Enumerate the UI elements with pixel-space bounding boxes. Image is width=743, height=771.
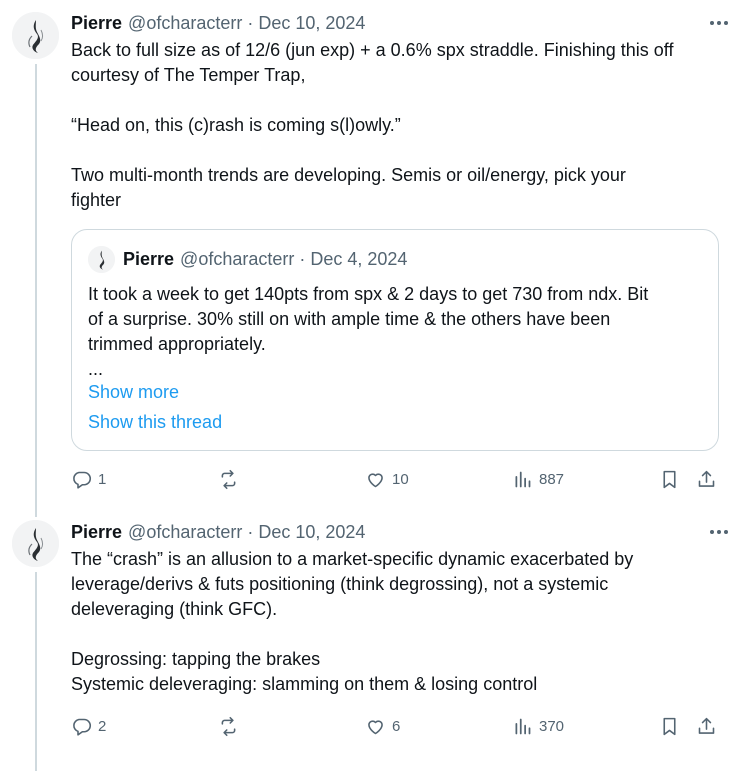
avatar-image-icon [12,12,59,59]
tweet[interactable]: Pierre @ofcharacterr · Dec 10, 2024 The … [0,510,743,771]
separator-dot: · [247,521,254,542]
show-more-link[interactable]: Show more [88,382,179,403]
tweet[interactable]: Pierre @ofcharacterr · Dec 10, 2024 Back… [0,0,743,510]
bookmark-button[interactable] [659,467,680,491]
more-icon[interactable] [705,12,733,34]
views-button[interactable]: 370 [512,714,564,738]
share-button[interactable] [696,467,717,491]
repost-icon [221,469,236,489]
tweet-action-bar: 2 6 370 [71,714,721,738]
tweet-text: The “crash” is an allusion to a market-s… [71,549,634,694]
tweet-header: Pierre @ofcharacterr · Dec 10, 2024 [71,521,728,543]
heart-icon [368,719,383,734]
quoted-author-handle: @ofcharacterr [180,249,295,269]
view-count: 370 [539,717,565,735]
repost-icon [221,716,236,736]
author-handle[interactable]: @ofcharacterr [128,13,242,34]
views-chart-icon [515,718,531,734]
more-icon[interactable] [705,521,733,543]
avatar[interactable] [12,520,59,567]
avatar[interactable] [12,12,59,59]
reply-icon [73,718,92,736]
bookmark-icon [663,717,676,735]
quoted-author-name: Pierre [123,249,175,269]
repost-button[interactable] [218,714,245,738]
quoted-tweet-header: Pierre @ofcharacterr · Dec 4, 2024 [123,249,407,270]
quoted-avatar[interactable] [88,246,115,273]
tweet-header: Pierre @ofcharacterr · Dec 10, 2024 [71,12,728,34]
reply-icon [73,471,92,489]
avatar-image-icon [12,520,59,567]
like-button[interactable]: 6 [365,714,400,738]
quoted-tweet-card[interactable]: Pierre @ofcharacterr · Dec 4, 2024 It to… [71,229,719,451]
heart-icon [368,472,383,487]
tweet-date[interactable]: Dec 10, 2024 [258,522,365,543]
share-button[interactable] [696,714,717,738]
share-icon [698,470,715,487]
reply-count: 2 [98,717,107,735]
view-count: 887 [539,470,565,488]
author-name[interactable]: Pierre [71,13,122,34]
separator-dot: · [299,249,306,269]
separator-dot: · [247,12,254,33]
views-button[interactable]: 887 [512,467,564,491]
views-chart-icon [515,471,531,487]
repost-button[interactable] [218,467,245,491]
bookmark-icon [663,470,676,488]
quoted-tweet-text: It took a week to get 140pts from spx & … [88,284,649,379]
like-count: 10 [392,470,409,488]
author-name[interactable]: Pierre [71,522,122,543]
tweet-date[interactable]: Dec 10, 2024 [258,13,365,34]
like-count: 6 [392,717,401,735]
tweet-action-bar: 1 10 887 [71,467,721,491]
reply-count: 1 [98,470,107,488]
tweet-text: Back to full size as of 12/6 (jun exp) +… [71,40,674,210]
share-icon [698,717,715,734]
author-handle[interactable]: @ofcharacterr [128,522,242,543]
quoted-tweet-date: Dec 4, 2024 [310,249,408,269]
reply-button[interactable]: 2 [71,714,106,738]
bookmark-button[interactable] [659,714,680,738]
reply-button[interactable]: 1 [71,467,106,491]
show-thread-link[interactable]: Show this thread [88,412,222,433]
like-button[interactable]: 10 [365,467,409,491]
avatar-image-icon [88,246,115,273]
